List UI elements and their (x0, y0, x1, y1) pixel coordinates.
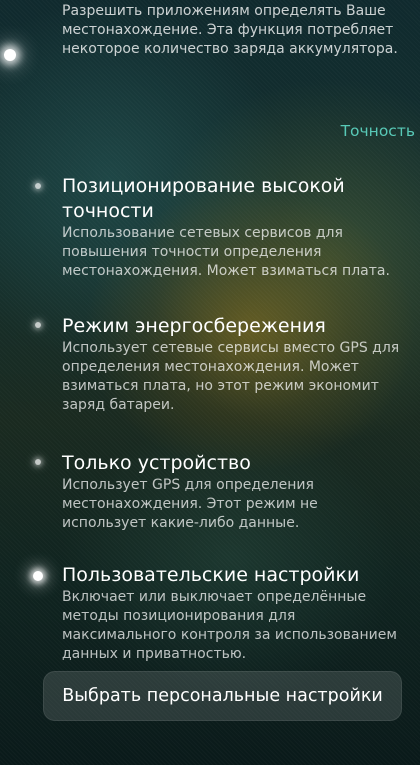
option-description: Использует сетевые сервисы вместо GPS дл… (62, 340, 400, 413)
option-description: Включает или выключает определённые мето… (62, 589, 397, 662)
radio-high-accuracy-icon[interactable] (35, 183, 41, 189)
radio-power-saving-icon[interactable] (35, 322, 41, 328)
option-high-accuracy[interactable]: Позиционирование высокой точности Исполь… (62, 174, 402, 281)
location-intro-text: Разрешить приложениям определять Ваше ме… (62, 3, 398, 57)
option-title: Только устройство (62, 452, 251, 474)
option-title: Позиционирование высокой точности (62, 175, 345, 222)
choose-personal-settings-button[interactable]: Выбрать персональные настройки (43, 671, 402, 721)
option-custom-settings[interactable]: Пользовательские настройки Включает или … (62, 563, 402, 664)
option-description: Использует GPS для определения местонахо… (62, 477, 318, 531)
glow-dot-icon (4, 49, 16, 61)
option-title: Режим энергосбережения (62, 315, 326, 337)
option-description: Использование сетевых сервисов для повыш… (62, 225, 390, 279)
option-power-saving[interactable]: Режим энергосбережения Использует сетевы… (62, 314, 402, 415)
option-title: Пользовательские настройки (62, 564, 360, 586)
radio-device-only-icon[interactable] (35, 459, 41, 465)
radio-custom-settings-icon[interactable] (33, 571, 43, 581)
accuracy-section-header[interactable]: Точность (341, 122, 415, 140)
option-device-only[interactable]: Только устройство Использует GPS для опр… (62, 451, 402, 533)
